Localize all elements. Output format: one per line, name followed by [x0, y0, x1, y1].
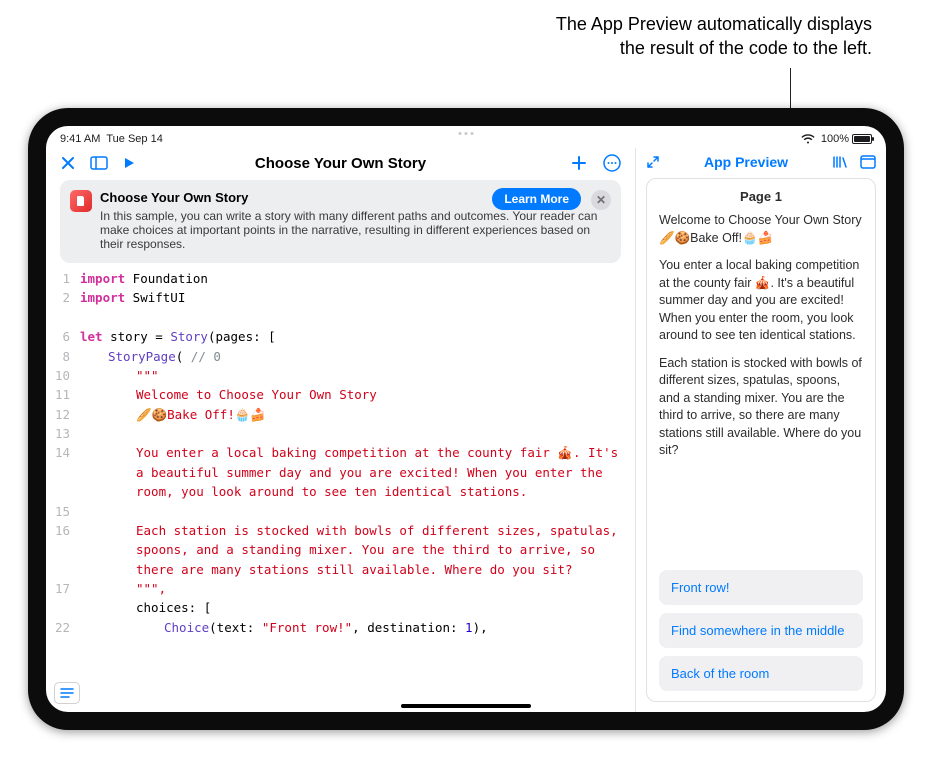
preview-toolbar: App Preview — [636, 148, 886, 174]
battery-pct: 100% — [821, 133, 849, 145]
status-bar: 9:41 AM Tue Sep 14 100% — [46, 126, 886, 148]
code-editor[interactable]: 1import Foundation 2import SwiftUI 6let … — [46, 269, 635, 712]
app-preview-card: Page 1 Welcome to Choose Your Own Story … — [646, 178, 876, 702]
window-icon[interactable] — [860, 155, 876, 169]
sample-info-card: Choose Your Own Story In this sample, yo… — [60, 180, 621, 263]
preview-paragraph: Each station is stocked with bowls of di… — [659, 355, 863, 460]
multitask-dots-icon[interactable] — [459, 132, 474, 135]
sample-app-icon — [70, 190, 92, 212]
editor-title: Choose Your Own Story — [255, 155, 426, 172]
editor-toolbar: Choose Your Own Story — [46, 148, 635, 176]
more-icon[interactable] — [603, 154, 621, 172]
callout-pointer-line — [790, 68, 791, 110]
preview-pane: App Preview Page 1 Welcome to Choose You… — [636, 148, 886, 712]
status-date: Tue Sep 14 — [106, 133, 162, 145]
info-card-body: In this sample, you can write a story wi… — [100, 209, 609, 251]
ipad-screen: 9:41 AM Tue Sep 14 100% — [46, 126, 886, 712]
preview-page-title: Page 1 — [659, 189, 863, 204]
learn-more-button[interactable]: Learn More — [492, 188, 581, 210]
expand-icon[interactable] — [646, 155, 660, 169]
close-icon[interactable] — [60, 155, 76, 171]
format-button[interactable] — [54, 682, 80, 704]
choice-button-front-row[interactable]: Front row! — [659, 570, 863, 605]
run-icon[interactable] — [122, 156, 136, 170]
add-icon[interactable] — [571, 155, 587, 171]
preview-paragraph: Welcome to Choose Your Own Story 🥖🍪Bake … — [659, 212, 863, 247]
status-time: 9:41 AM — [60, 133, 100, 145]
home-indicator[interactable] — [401, 704, 531, 708]
annotation-callout: The App Preview automatically displays t… — [0, 12, 872, 61]
sidebar-toggle-icon[interactable] — [90, 156, 108, 170]
preview-paragraph: You enter a local baking competition at … — [659, 257, 863, 345]
callout-line1: The App Preview automatically displays — [0, 12, 872, 36]
ipad-frame: 9:41 AM Tue Sep 14 100% — [28, 108, 904, 730]
battery-indicator: 100% — [821, 133, 872, 145]
wifi-icon — [801, 134, 815, 144]
library-icon[interactable] — [832, 155, 848, 169]
info-card-close-button[interactable]: ✕ — [591, 190, 611, 210]
editor-pane: Choose Your Own Story Choose You — [46, 148, 636, 712]
preview-title: App Preview — [672, 154, 820, 170]
choice-button-back[interactable]: Back of the room — [659, 656, 863, 691]
callout-line2: the result of the code to the left. — [0, 36, 872, 60]
choice-button-middle[interactable]: Find somewhere in the middle — [659, 613, 863, 648]
